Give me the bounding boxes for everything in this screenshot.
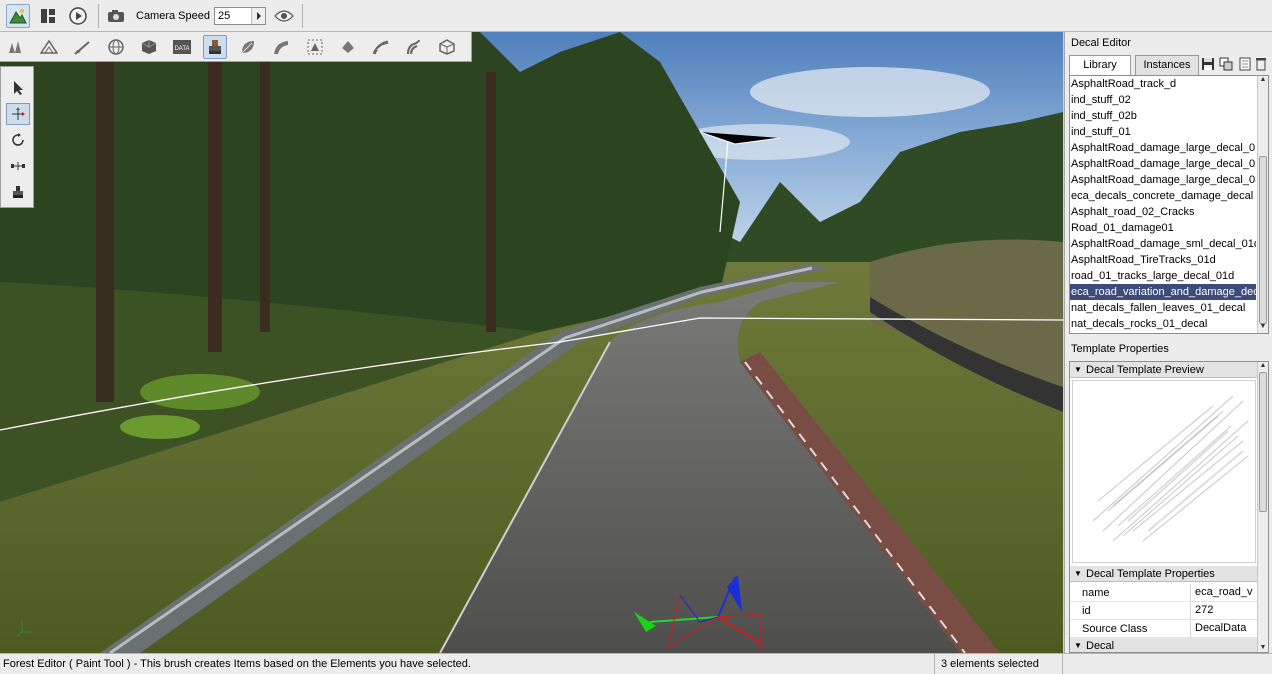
decal-list-item[interactable]: road_01_tracks_large_decal_01d [1070, 268, 1256, 284]
decal-list-item[interactable]: eca_decals_concrete_damage_decal [1070, 188, 1256, 204]
scroll-down-icon[interactable]: ▼ [1258, 644, 1268, 652]
property-row-name: name eca_road_v [1070, 584, 1258, 602]
decal-icon[interactable] [303, 35, 327, 59]
property-value[interactable]: DecalData [1190, 620, 1258, 637]
decal-preview-image [1072, 380, 1256, 563]
decal-list-item[interactable]: Road_01_damage01 [1070, 220, 1256, 236]
template-properties-box: ▼ Decal Template Preview ▲ ▼ Decal Templ… [1069, 361, 1269, 653]
visibility-eye-icon[interactable] [272, 4, 296, 28]
forest-paint-icon[interactable] [203, 35, 227, 59]
datablock-icon[interactable]: DATA [170, 35, 194, 59]
template-properties-title: Template Properties [1071, 343, 1169, 355]
decal-list-item[interactable]: AsphaltRoad_damage_large_decal_03 [1070, 172, 1256, 188]
decal-list-item[interactable]: nat_decals_rocks_01_decal [1070, 316, 1256, 332]
world-icon[interactable] [104, 35, 128, 59]
decal-list-item[interactable]: AsphaltRoad_damage_large_decal_02 [1070, 156, 1256, 172]
decal-list-item[interactable]: Asphalt_road_02_Cracks [1070, 204, 1256, 220]
select-arrow-icon[interactable] [6, 77, 30, 99]
property-value[interactable]: eca_road_v [1190, 584, 1258, 601]
collapse-triangle-icon: ▼ [1074, 641, 1082, 650]
tab-instances[interactable]: Instances [1135, 55, 1199, 75]
decal-template-properties-label: Decal Template Properties [1086, 568, 1215, 580]
tab-library[interactable]: Library [1069, 55, 1131, 75]
decal-editor-panel: Decal Editor Library Instances AsphaltRo… [1064, 32, 1272, 653]
camera-speed-label: Camera Speed [136, 10, 210, 22]
delete-bin-icon[interactable] [1255, 57, 1269, 71]
property-row-source-class: Source Class DecalData [1070, 620, 1258, 638]
camera-icon[interactable] [104, 4, 128, 28]
scrollbar-thumb[interactable] [1259, 156, 1267, 324]
scale-icon[interactable] [6, 155, 30, 177]
svg-text:DATA: DATA [174, 46, 189, 52]
decal-section-header[interactable]: ▼ Decal [1070, 638, 1258, 652]
mesh-icon[interactable] [137, 35, 161, 59]
duplicate-icon[interactable] [1219, 57, 1233, 71]
toolbar-separator [302, 4, 303, 28]
decal-section-label: Decal [1086, 640, 1115, 652]
selection-count: 3 elements selected [934, 654, 1063, 674]
terrain-icon[interactable] [37, 35, 61, 59]
camera-speed-value[interactable]: 25 [215, 8, 251, 24]
decal-template-preview-label: Decal Template Preview [1086, 364, 1204, 376]
decal-list-item[interactable]: AsphaltRoad_track_d [1070, 76, 1256, 92]
decal-list-item[interactable]: AsphaltRoad_damage_large_decal_01 [1070, 140, 1256, 156]
paint-brush-icon[interactable] [6, 181, 30, 203]
save-icon[interactable] [1201, 57, 1215, 71]
transform-tool-palette [0, 66, 34, 208]
terrain-paint-icon[interactable] [70, 35, 94, 59]
scene-render [0, 32, 1063, 653]
convex-icon[interactable] [435, 35, 459, 59]
move-icon[interactable] [6, 103, 30, 125]
mesh-road-icon[interactable] [369, 35, 393, 59]
gui-editor-icon[interactable] [36, 4, 60, 28]
property-key: Source Class [1082, 623, 1148, 635]
decal-editor-title: Decal Editor [1071, 37, 1131, 49]
road-icon[interactable] [269, 35, 293, 59]
decal-list-scrollbar[interactable]: ▲ ▼ [1257, 76, 1268, 333]
properties-lower-scrollbar[interactable]: ▼ [1257, 566, 1268, 652]
scroll-up-icon[interactable]: ▲ [1258, 362, 1268, 372]
decal-list-item[interactable]: eca_road_variation_and_damage_dec [1070, 284, 1256, 300]
editor-tool-strip: DATA [0, 32, 472, 62]
river-icon[interactable] [236, 35, 260, 59]
decal-list-item[interactable]: ind_stuff_02 [1070, 92, 1256, 108]
play-icon[interactable] [66, 4, 90, 28]
status-bar: Forest Editor ( Paint Tool ) - This brus… [0, 653, 1272, 674]
decal-list-item[interactable]: ind_stuff_01 [1070, 124, 1256, 140]
camera-speed-input[interactable]: 25 [214, 7, 266, 25]
chevron-right-icon[interactable] [251, 8, 265, 24]
property-value[interactable]: 272 [1190, 602, 1258, 619]
property-key: id [1082, 605, 1091, 617]
decal-library-list[interactable]: AsphaltRoad_track_d ind_stuff_02 ind_stuff… [1069, 75, 1269, 334]
world-editor-icon[interactable] [6, 4, 30, 28]
decal-list-item[interactable]: ind_stuff_02b [1070, 108, 1256, 124]
forest-icon[interactable] [4, 35, 28, 59]
scene-viewport[interactable]: DATA [0, 32, 1063, 653]
collapse-triangle-icon: ▼ [1074, 365, 1082, 374]
properties-scrollbar[interactable]: ▲ [1257, 362, 1268, 566]
decal-list-item[interactable]: AsphaltRoad_damage_sml_decal_01d [1070, 236, 1256, 252]
decal-list-items: AsphaltRoad_track_d ind_stuff_02 ind_stuff… [1070, 76, 1268, 332]
property-row-id: id 272 [1070, 602, 1258, 620]
decal-template-preview-header[interactable]: ▼ Decal Template Preview [1070, 362, 1258, 378]
decal-template-properties-header[interactable]: ▼ Decal Template Properties [1070, 566, 1258, 582]
property-key: name [1082, 587, 1110, 599]
toolbar-separator [98, 4, 99, 28]
scroll-down-icon[interactable]: ▼ [1258, 323, 1268, 333]
navmesh-icon[interactable] [402, 35, 426, 59]
main-toolbar: Camera Speed 25 [0, 0, 1272, 32]
rotate-icon[interactable] [6, 129, 30, 151]
collapse-triangle-icon: ▼ [1074, 569, 1082, 578]
decal-list-item[interactable]: nat_decals_fallen_leaves_01_decal [1070, 300, 1256, 316]
status-message: Forest Editor ( Paint Tool ) - This brus… [3, 658, 471, 670]
new-page-icon[interactable] [1239, 57, 1253, 71]
scrollbar-thumb[interactable] [1259, 372, 1267, 512]
shape-icon[interactable] [336, 35, 360, 59]
decal-list-item[interactable]: AsphaltRoad_TireTracks_01d [1070, 252, 1256, 268]
scroll-up-icon[interactable]: ▲ [1258, 76, 1268, 86]
